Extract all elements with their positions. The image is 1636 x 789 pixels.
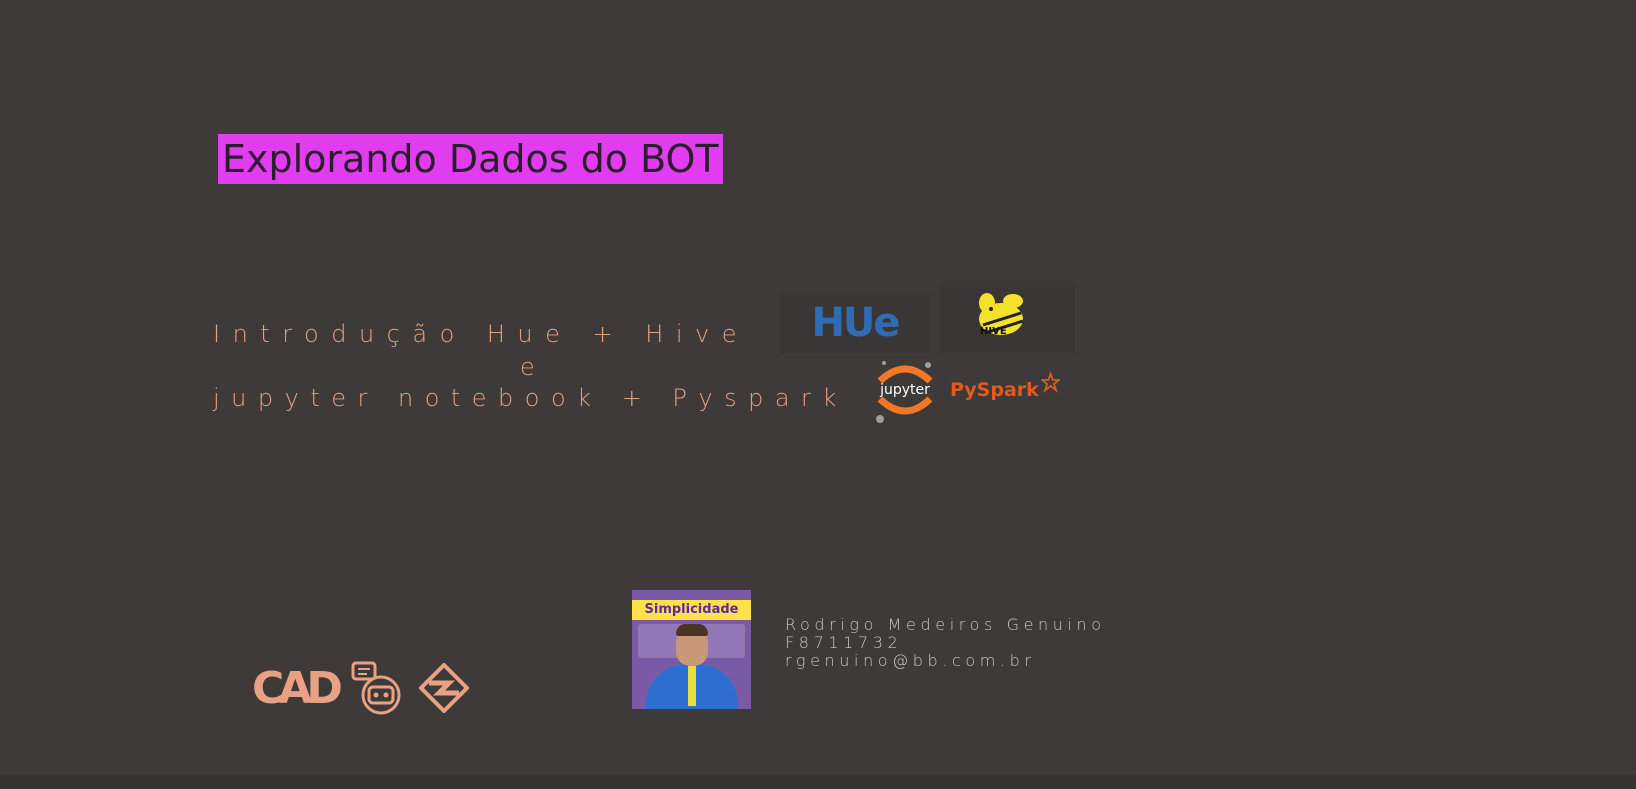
robot-chat-icon [351, 661, 401, 715]
presenter-name: Rodrigo Medeiros Genuino [785, 615, 1106, 634]
spark-star-icon [1040, 371, 1060, 393]
slide-title: Explorando Dados do BOT [218, 134, 723, 184]
hive-logo-text: HIVE [980, 326, 1007, 337]
presenter-contact: Rodrigo Medeiros Genuino F8711732 rgenui… [785, 616, 1106, 670]
pyspark-logo: PySpark [950, 365, 1060, 415]
presenter-id: F8711732 [785, 633, 903, 652]
subtitle-line-1: Introdução Hue + Hive [213, 320, 749, 348]
hue-logo: HUe [780, 293, 930, 353]
photo-hair [676, 624, 708, 636]
cad-logo: CAD [252, 662, 343, 714]
hive-bee-icon [978, 293, 1023, 335]
pyspark-logo-text: PySpark [950, 379, 1039, 401]
subtitle-line-3: jupyter notebook + Pyspark [213, 384, 848, 412]
photo-banner-text: Simplicidade [632, 600, 751, 620]
bank-brand-icon [418, 663, 469, 713]
presenter-photo: Simplicidade [632, 590, 751, 709]
photo-lanyard [688, 666, 696, 706]
subtitle-line-2: e [520, 353, 547, 381]
hive-logo: HIVE [940, 282, 1075, 354]
jupyter-logo: jupyter [870, 355, 940, 425]
jupyter-logo-text: jupyter [880, 382, 930, 398]
bottom-strip [0, 775, 1636, 789]
brand-logos: CAD [252, 658, 469, 718]
presenter-email: rgenuino@bb.com.br [785, 651, 1036, 670]
hue-logo-text: HUe [811, 300, 900, 346]
